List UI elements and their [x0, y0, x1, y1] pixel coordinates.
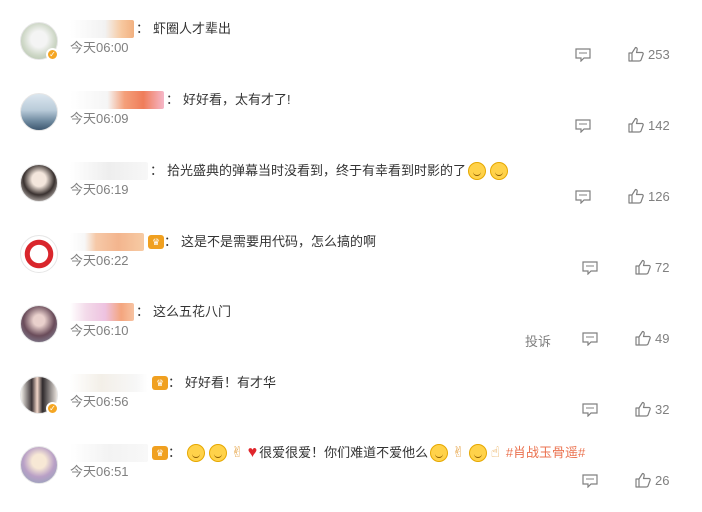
avatar[interactable]: [20, 164, 58, 202]
thumbs-up-icon: [635, 330, 651, 346]
like-button[interactable]: 126: [628, 188, 670, 204]
colon: ：: [166, 92, 180, 107]
report-link[interactable]: 投诉: [525, 331, 551, 350]
comment-icon: [575, 119, 591, 133]
comment-item: ： 拾光盛典的弹幕当时没看到，终于有幸看到时影的了 今天06:19 126: [0, 160, 702, 230]
reply-button[interactable]: [582, 332, 598, 346]
avatar[interactable]: [20, 446, 58, 484]
rock-hand-icon: ✌: [452, 444, 465, 461]
thumbs-up-icon: [635, 472, 651, 488]
username-blur[interactable]: [70, 91, 164, 109]
grin-emoji-icon: [468, 162, 487, 180]
like-count: 253: [648, 46, 670, 62]
username-blur[interactable]: [70, 444, 148, 462]
comment-time: 今天06:22: [70, 253, 129, 268]
like-count: 142: [648, 117, 670, 133]
comment-text: 这么五花八门: [153, 304, 232, 319]
comment-time: 今天06:09: [70, 111, 129, 126]
like-button[interactable]: 253: [628, 46, 670, 62]
grin-emoji-icon: [490, 162, 509, 180]
smile-emoji-icon: [468, 444, 487, 462]
reply-button[interactable]: [575, 190, 591, 204]
username-blur[interactable]: [70, 303, 134, 321]
verified-badge-icon: ✓: [46, 402, 59, 415]
thumbs-up-icon: [635, 401, 651, 417]
comment-text: 这是不是需要用代码，怎么搞的啊: [181, 234, 377, 249]
colon: ：: [168, 445, 182, 460]
shy-emoji-icon: [209, 444, 228, 462]
like-button[interactable]: 72: [635, 259, 669, 275]
comment-item: ✓ ♛ ： 好好看！有才华 今天06:56 32: [0, 372, 702, 442]
like-button[interactable]: 26: [635, 472, 669, 488]
fan-badge-icon: ♛: [148, 235, 164, 249]
comment-time: 今天06:51: [70, 464, 129, 479]
like-count: 32: [655, 401, 670, 417]
avatar[interactable]: [20, 305, 58, 343]
like-button[interactable]: 49: [635, 330, 669, 346]
comment-item: ♛ ： ✌ ♥ 很爱很爱！你们难道不爱他么 ✌ ☝ #肖战玉骨遥# 今天06:5…: [0, 442, 702, 512]
shy-emoji-icon: [430, 444, 449, 462]
hashtag-link[interactable]: #肖战玉骨遥#: [506, 442, 585, 464]
comment-text: 虾圈人才辈出: [153, 21, 232, 36]
reply-button[interactable]: [582, 474, 598, 488]
comment-icon: [582, 261, 598, 275]
verified-badge-icon: ✓: [46, 48, 59, 61]
heart-icon: ♥: [247, 444, 258, 461]
rock-hand-icon: ✌: [231, 444, 244, 461]
username-blur[interactable]: [70, 374, 148, 392]
colon: ：: [168, 375, 182, 390]
comment-item: ： 好好看，太有才了! 今天06:09 142: [0, 89, 702, 159]
comment-icon: [575, 48, 591, 62]
avatar[interactable]: [20, 235, 58, 273]
like-count: 126: [648, 188, 670, 204]
comment-text: 好好看，太有才了!: [183, 92, 291, 107]
avatar[interactable]: [20, 93, 58, 131]
colon: ：: [136, 21, 150, 36]
comment-item: ♛ ： 这是不是需要用代码，怎么搞的啊 今天06:22 72: [0, 231, 702, 301]
comment-time: 今天06:56: [70, 394, 129, 409]
comment-item: ： 这么五花八门 今天06:10 投诉 49: [0, 301, 702, 371]
comment-icon: [582, 474, 598, 488]
fan-badge-icon: ♛: [152, 446, 168, 460]
thumbs-up-emoji-icon: ☝: [490, 444, 500, 461]
username-blur[interactable]: [70, 233, 144, 251]
comment-text: 很爱很爱！你们难道不爱他么: [259, 445, 429, 460]
username-blur[interactable]: [70, 20, 134, 38]
comment-item: ✓ ： 虾圈人才辈出 今天06:00 253: [0, 18, 702, 88]
thumbs-up-icon: [628, 117, 644, 133]
like-count: 49: [655, 330, 670, 346]
like-count: 72: [655, 259, 670, 275]
comment-icon: [582, 332, 598, 346]
like-button[interactable]: 142: [628, 117, 670, 133]
like-count: 26: [655, 472, 670, 488]
reply-button[interactable]: [575, 119, 591, 133]
smile-emoji-icon: [187, 444, 206, 462]
comment-time: 今天06:19: [70, 182, 129, 197]
thumbs-up-icon: [628, 46, 644, 62]
like-button[interactable]: 32: [635, 401, 669, 417]
reply-button[interactable]: [582, 261, 598, 275]
thumbs-up-icon: [628, 188, 644, 204]
comment-icon: [582, 403, 598, 417]
fan-badge-icon: ♛: [152, 376, 168, 390]
colon: ：: [150, 163, 164, 178]
colon: ：: [164, 234, 178, 249]
comment-text: 拾光盛典的弹幕当时没看到，终于有幸看到时影的了: [167, 163, 467, 178]
comment-time: 今天06:10: [70, 323, 129, 338]
thumbs-up-icon: [635, 259, 651, 275]
reply-button[interactable]: [582, 403, 598, 417]
comment-icon: [575, 190, 591, 204]
comment-text: 好好看！有才华: [185, 375, 277, 390]
comment-time: 今天06:00: [70, 40, 129, 55]
username-blur[interactable]: [70, 162, 148, 180]
colon: ：: [136, 304, 150, 319]
reply-button[interactable]: [575, 48, 591, 62]
